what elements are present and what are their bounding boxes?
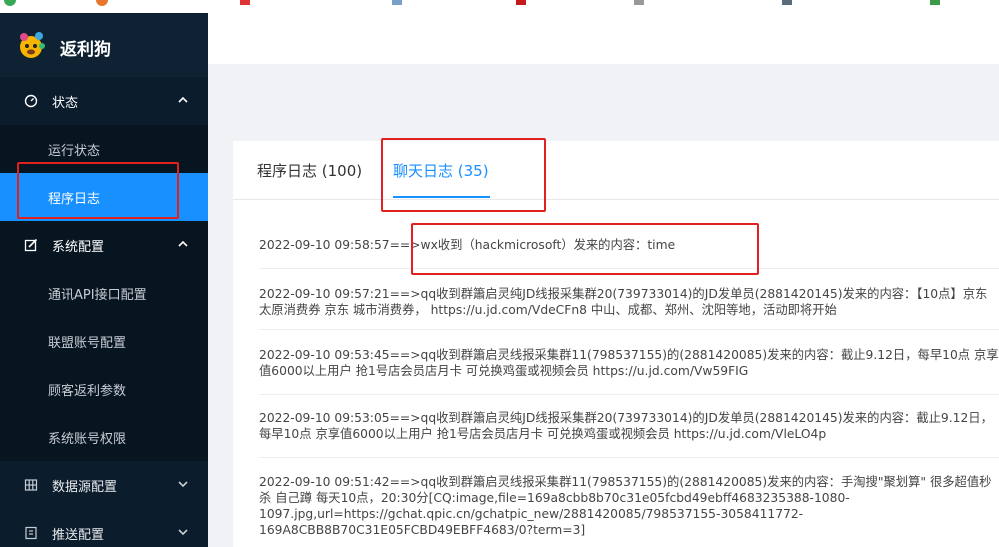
grid-icon: [24, 479, 38, 491]
menu-system-config[interactable]: 系统配置: [0, 221, 208, 269]
highlight-box: [381, 138, 546, 212]
log-entry: 2022-09-10 09:57:21==>qq收到群簫启灵纯JD线报采集群20…: [259, 287, 988, 317]
menu-system-config-label: 系统配置: [52, 240, 105, 255]
bookmark-icon[interactable]: [96, 0, 108, 6]
sidebar: 返利狗 状态 运行状态 程序日志 系统配置 通讯API接口配置 联盟账号配置 顾…: [0, 13, 208, 547]
bookmark-icon[interactable]: [930, 0, 940, 5]
sidebar-item-label: 通讯API接口配置: [48, 288, 147, 303]
top-header: [208, 13, 999, 64]
bookmark-icon[interactable]: [782, 0, 792, 5]
chevron-down-icon: [178, 529, 188, 536]
dashboard-icon: [24, 94, 38, 108]
sidebar-item-alliance-account[interactable]: 联盟账号配置: [0, 317, 208, 365]
divider: [259, 394, 999, 395]
edit-icon: [24, 238, 38, 252]
menu-status[interactable]: 状态: [0, 77, 208, 125]
brand[interactable]: 返利狗: [0, 13, 208, 77]
tab-bar: 程序日志 (100) 聊天日志 (35): [233, 141, 999, 200]
menu-data-source[interactable]: 数据源配置: [0, 461, 208, 509]
sidebar-item-label: 系统账号权限: [48, 432, 127, 447]
tab-program-log[interactable]: 程序日志 (100): [257, 160, 362, 181]
chevron-up-icon: [178, 240, 188, 247]
list-icon: [25, 526, 37, 540]
highlight-box: [411, 223, 759, 275]
log-panel: 程序日志 (100) 聊天日志 (35) 2022-09-10 09:58:57…: [233, 141, 999, 547]
menu-push-config[interactable]: 推送配置: [0, 509, 208, 547]
brand-name: 返利狗: [60, 40, 111, 60]
menu-data-source-label: 数据源配置: [52, 480, 118, 495]
browser-bookmarks-bar: [0, 0, 999, 13]
dog-mascot-icon: [20, 32, 45, 58]
bookmark-icon[interactable]: [516, 0, 526, 5]
chevron-down-icon: [178, 481, 188, 488]
sidebar-item-label: 顾客返利参数: [48, 384, 127, 399]
sidebar-item-api-config[interactable]: 通讯API接口配置: [0, 269, 208, 317]
sidebar-item-account-permissions[interactable]: 系统账号权限: [0, 413, 208, 461]
log-entry: 2022-09-10 09:51:42==>qq收到群簫启灵线报采集群11(79…: [259, 475, 992, 537]
bookmark-icon[interactable]: [240, 0, 250, 5]
bookmark-icon[interactable]: [634, 0, 644, 5]
chevron-up-icon: [178, 96, 188, 103]
system-config-submenu: 通讯API接口配置 联盟账号配置 顾客返利参数 系统账号权限: [0, 269, 208, 461]
log-entry: 2022-09-10 09:53:45==>qq收到群簫启灵线报采集群11(79…: [259, 348, 999, 378]
sidebar-item-label: 联盟账号配置: [48, 336, 127, 351]
log-entry: 2022-09-10 09:53:05==>qq收到群簫启灵纯JD线报采集群20…: [259, 411, 993, 441]
divider: [259, 329, 999, 330]
menu-push-config-label: 推送配置: [52, 528, 105, 543]
highlight-box: [17, 162, 179, 219]
sidebar-item-label: 运行状态: [48, 144, 101, 159]
bookmark-icon[interactable]: [4, 0, 16, 6]
bookmark-icon[interactable]: [392, 0, 402, 5]
divider: [259, 457, 999, 458]
menu-status-label: 状态: [52, 96, 79, 111]
sidebar-item-rebate-params[interactable]: 顾客返利参数: [0, 365, 208, 413]
